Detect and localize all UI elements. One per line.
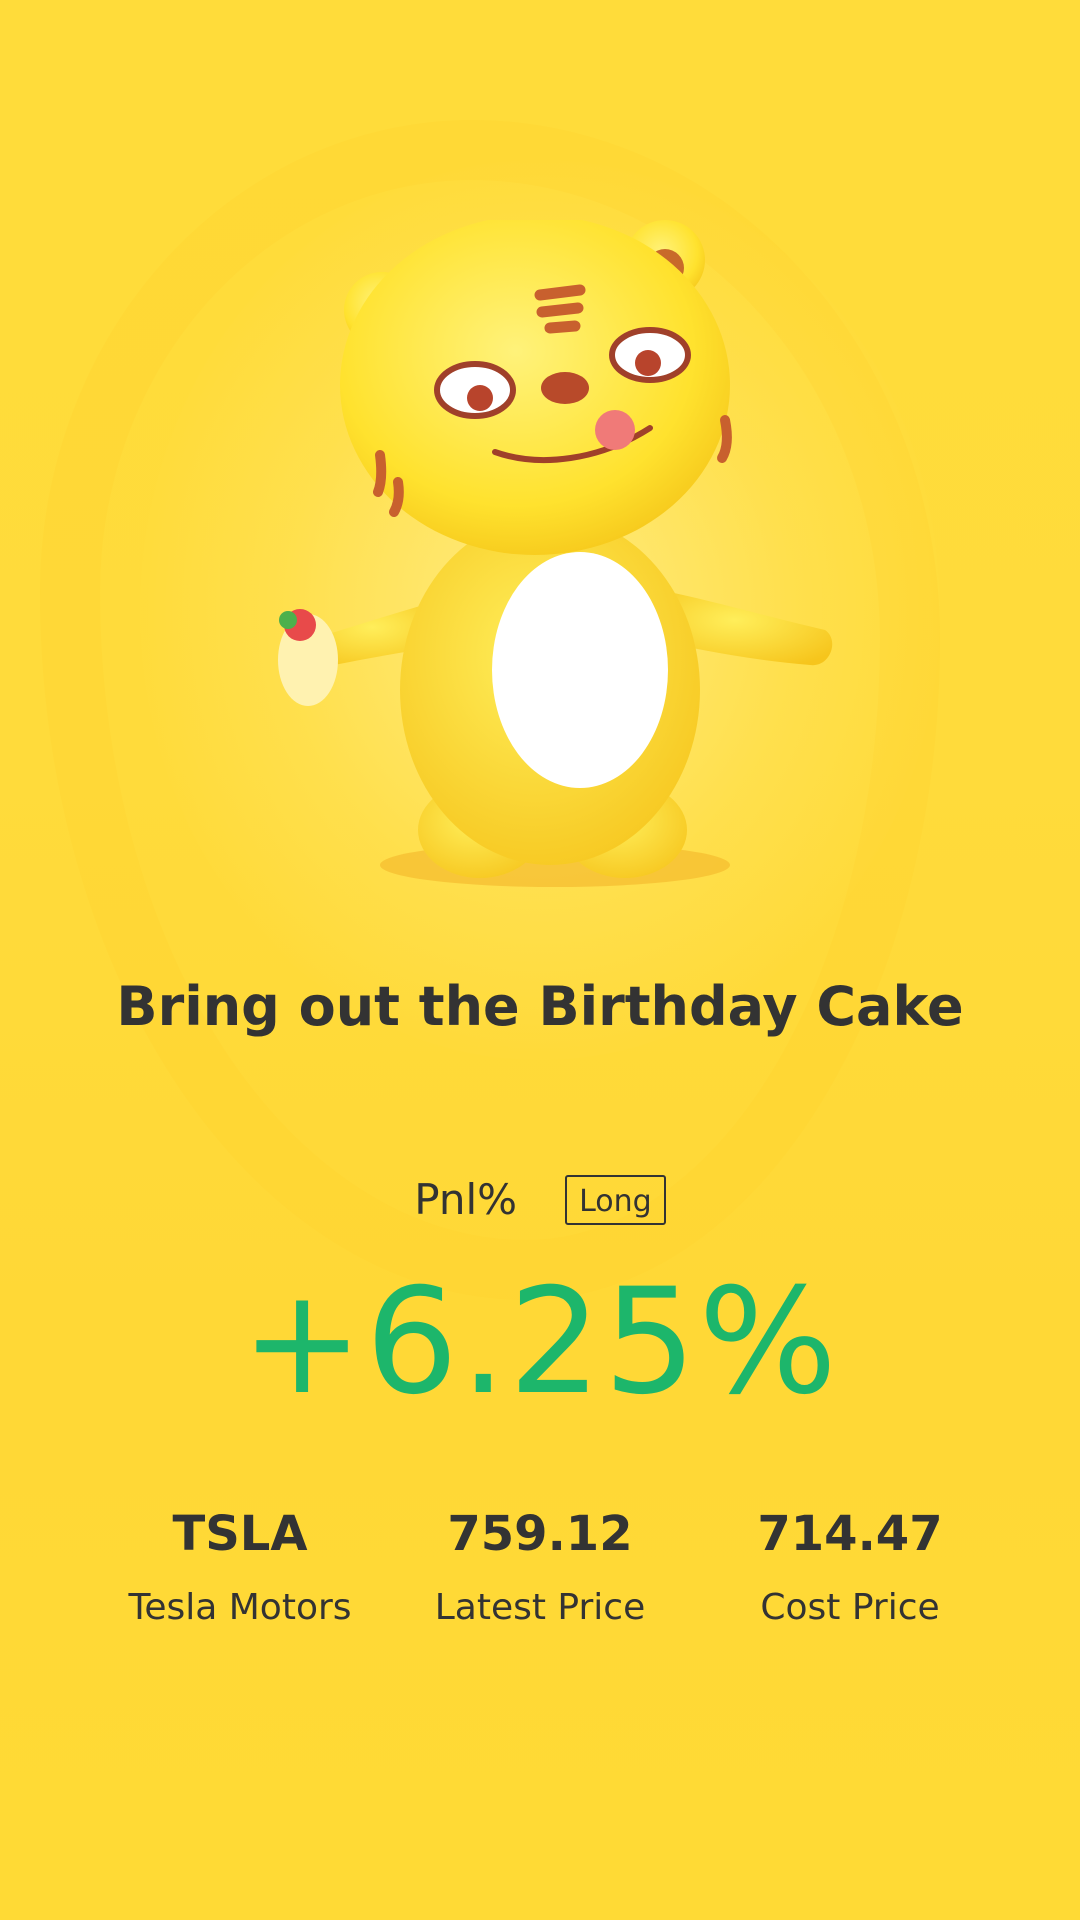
position-badge: Long [565,1175,666,1225]
pnl-header: Pnl% Long [0,1170,1080,1230]
cost-price-label: Cost Price [760,1587,940,1628]
latest-price-label: Latest Price [434,1587,646,1628]
symbol-value: TSLA [172,1506,308,1562]
share-card: Bring out the Birthday Cake Pnl% Long +6… [0,0,1080,1920]
stat-symbol: TSLA Tesla Motors [90,1504,390,1630]
latest-price-value: 759.12 [447,1506,633,1562]
stats-row: TSLA Tesla Motors 759.12 Latest Price 71… [0,1504,1080,1644]
stat-latest-price: 759.12 Latest Price [390,1504,690,1630]
pnl-label: Pnl% [414,1175,518,1224]
headline: Bring out the Birthday Cake [116,975,964,1038]
symbol-label: Tesla Motors [128,1587,352,1628]
pnl-percentage: +6.25% [240,1257,840,1427]
stat-cost-price: 714.47 Cost Price [700,1504,1000,1630]
tiger-mascot-icon [278,220,833,887]
cost-price-value: 714.47 [757,1506,943,1562]
